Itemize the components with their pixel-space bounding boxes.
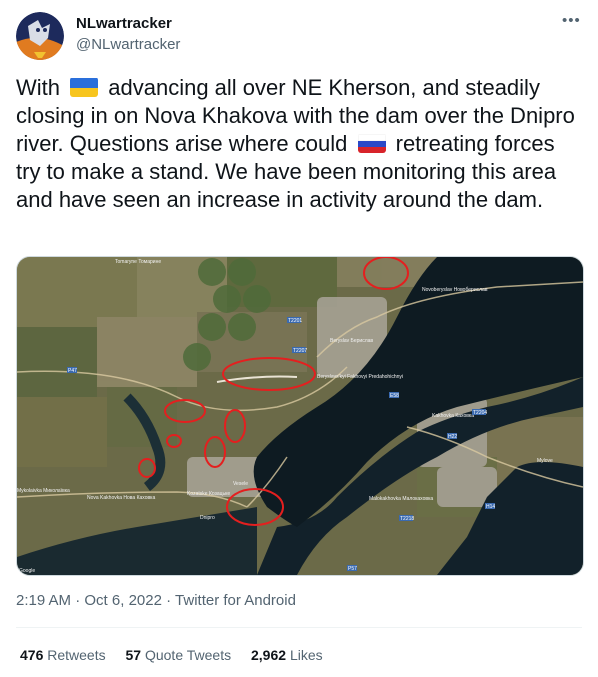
map-label-kozatske: Kozatske Козацьке <box>187 491 230 497</box>
tweet-text: With advancing all over NE Kherson, and … <box>16 74 582 214</box>
map-label-malokakhovka: Malokakhovka Малокаховка <box>369 496 433 502</box>
tweet-source-separator: · <box>166 592 172 609</box>
map-label-mylove: Mylove <box>537 458 553 464</box>
map-label-google: Google <box>19 568 35 574</box>
map-label-beryslav: Beryslav Берислав <box>330 338 373 344</box>
likes-stat[interactable]: 2,962 Likes <box>251 647 323 663</box>
map-label-dnipro: Dnipro <box>200 515 215 521</box>
map-label-mykolaivka: Mykolaivka Миколаївка <box>17 488 70 494</box>
map-label-t2201: T2201 <box>288 318 302 324</box>
map-label-p47: P47 <box>68 368 77 374</box>
divider <box>16 627 582 628</box>
tweet-date[interactable]: Oct 6, 2022 <box>84 592 162 609</box>
tweet-time[interactable]: 2:19 AM <box>16 592 71 609</box>
avatar-image <box>16 12 64 60</box>
retweets-stat[interactable]: 476 Retweets <box>20 647 110 663</box>
tweet-date-separator: · <box>75 592 81 609</box>
retweets-count: 476 <box>20 647 44 663</box>
retweets-label: Retweets <box>47 647 106 663</box>
map-label-t2207: T2207 <box>293 348 307 354</box>
map-label-e58: E58 <box>390 393 399 399</box>
map-label-novoberyslav: Novoberyslav Новоберислав <box>422 287 488 293</box>
likes-label: Likes <box>289 647 323 663</box>
quote-tweets-stat[interactable]: 57 Quote Tweets <box>126 647 236 663</box>
map-label-tomarine: Tomaryne Томарине <box>115 259 161 265</box>
map-label-h22: H22 <box>448 434 457 440</box>
map-label-h14: H14 <box>486 504 495 510</box>
avatar[interactable] <box>16 12 64 60</box>
author-name[interactable]: NLwartracker <box>76 15 172 32</box>
tweet-source[interactable]: Twitter for Android <box>175 592 296 609</box>
map-label-vesele: Vesele <box>233 481 248 487</box>
tweet-meta: 2:19 AM · Oct 6, 2022 · Twitter for Andr… <box>16 592 296 609</box>
map-label-t2204: T2204 <box>473 410 487 416</box>
author-handle[interactable]: @NLwartracker <box>76 36 180 53</box>
satellite-map-image[interactable]: Tomaryne Томарине Novoberyslav Новоберис… <box>16 256 584 576</box>
likes-count: 2,962 <box>251 647 287 663</box>
engagement-stats: 476 Retweets 57 Quote Tweets 2,962 Likes <box>20 647 339 663</box>
map-label-fakhovyi: Beryslavs'kyi Fakhovyi Predahohichnyi <box>317 374 403 380</box>
map-label-p57: P57 <box>348 566 357 572</box>
map-label-t2218: T2218 <box>400 516 414 522</box>
quote-tweets-label: Quote Tweets <box>144 647 232 663</box>
map-label-nova-kakhovka: Nova Kakhovka Нова Каховка <box>87 495 155 501</box>
russia-flag-icon <box>357 133 386 153</box>
ukraine-flag-icon <box>70 77 99 97</box>
map-label-kakhovka: Kakhovka Каховка <box>432 413 474 419</box>
more-horizontal-icon[interactable]: ••• <box>562 12 581 29</box>
quote-tweets-count: 57 <box>125 647 142 663</box>
tweet-text-part1: With <box>16 75 60 100</box>
